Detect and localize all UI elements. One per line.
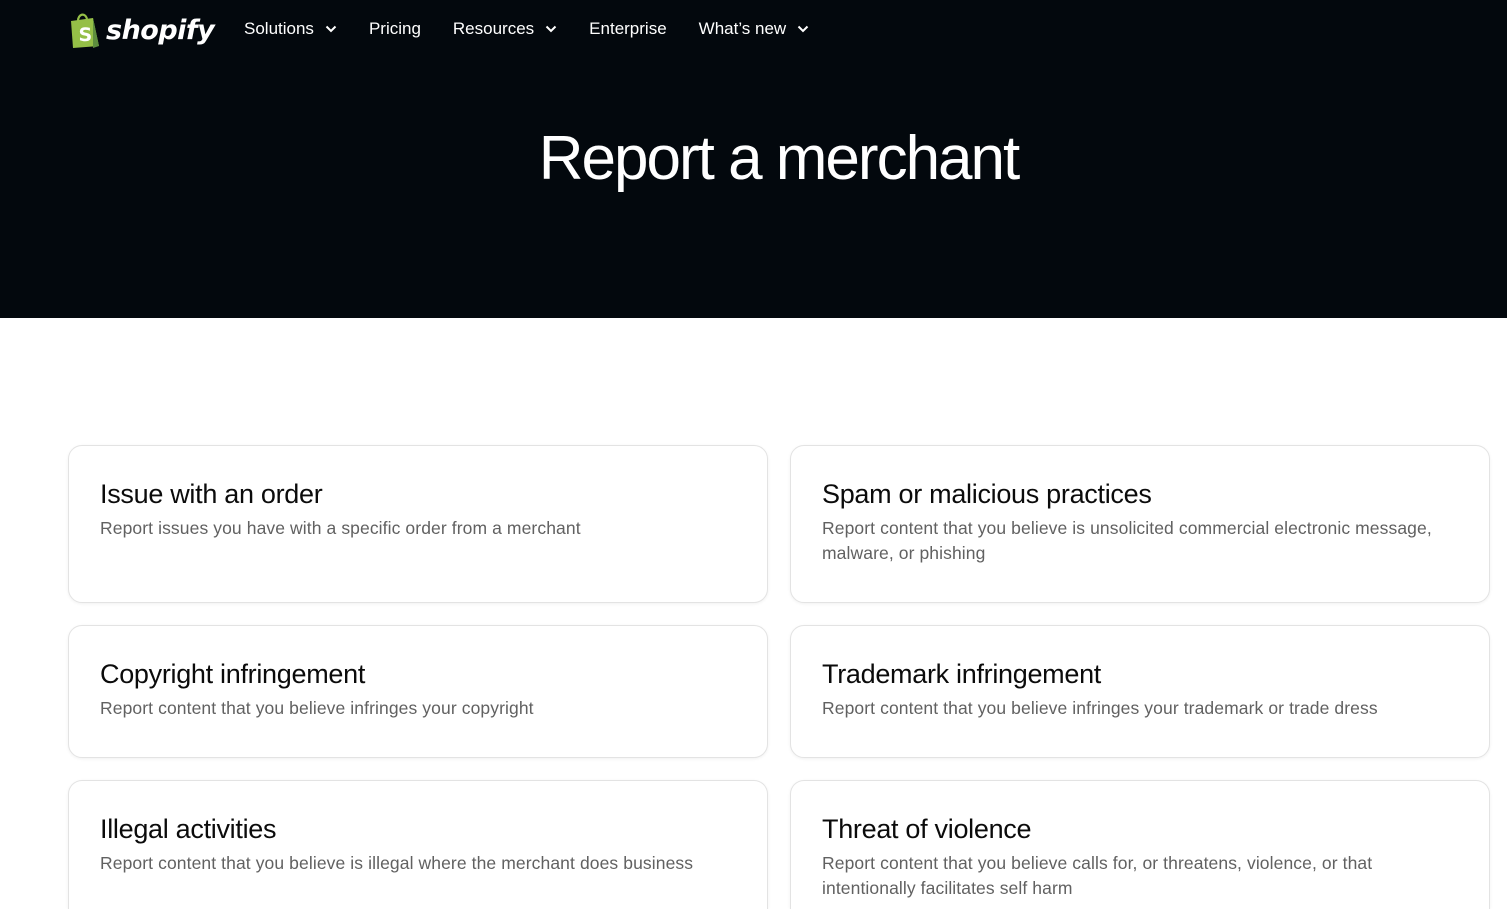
card-description: Report content that you believe infringe… (822, 698, 1378, 718)
brand-name: shopify (106, 14, 215, 46)
card-title: Spam or malicious practices (822, 479, 1152, 509)
card-title: Trademark infringement (822, 659, 1102, 689)
nav-enterprise[interactable]: Enterprise (589, 19, 666, 39)
nav-resources[interactable]: Resources (453, 19, 557, 39)
chevron-down-icon (545, 25, 557, 33)
card-title: Issue with an order (100, 479, 323, 509)
svg-text:S: S (79, 24, 93, 46)
nav-label: Solutions (244, 19, 314, 38)
card-title: Illegal activities (100, 814, 277, 844)
card-trademark-infringement[interactable]: Trademark infringement Report content th… (790, 625, 1490, 758)
nav-solutions[interactable]: Solutions (244, 19, 337, 39)
nav-pricing[interactable]: Pricing (369, 19, 421, 39)
hero-section: S shopify Solutions Pricing Resources En… (0, 0, 1507, 318)
chevron-down-icon (325, 25, 337, 33)
chevron-down-icon (798, 25, 809, 33)
nav-label: Resources (452, 19, 535, 38)
nav-label: Pricing (368, 19, 421, 38)
card-title: Threat of violence (822, 814, 1032, 844)
page-title: Report a merchant (538, 124, 1020, 193)
nav-label: Enterprise (589, 19, 667, 38)
card-description: Report issues you have with a specific o… (100, 518, 581, 538)
card-title: Copyright infringement (100, 659, 366, 689)
card-spam-malicious[interactable]: Spam or malicious practices Report conte… (790, 445, 1490, 603)
card-description: Report content that you believe is unsol… (822, 518, 1432, 563)
nav-label: What’s new (698, 19, 787, 38)
card-description: Report content that you believe is illeg… (100, 853, 694, 873)
main-nav: Solutions Pricing Resources Enterprise W… (244, 19, 841, 39)
shopping-bag-icon: S (71, 13, 99, 48)
card-description: Report content that you believe calls fo… (822, 853, 1373, 898)
shopify-logo[interactable]: S shopify (68, 10, 215, 50)
card-description: Report content that you believe infringe… (100, 698, 534, 718)
nav-whats-new[interactable]: What’s new (699, 19, 810, 39)
card-copyright-infringement[interactable]: Copyright infringement Report content th… (68, 625, 768, 758)
card-issue-with-order[interactable]: Issue with an order Report issues you ha… (68, 445, 768, 603)
card-threat-of-violence[interactable]: Threat of violence Report content that y… (790, 780, 1490, 909)
card-illegal-activities[interactable]: Illegal activities Report content that y… (68, 780, 768, 909)
